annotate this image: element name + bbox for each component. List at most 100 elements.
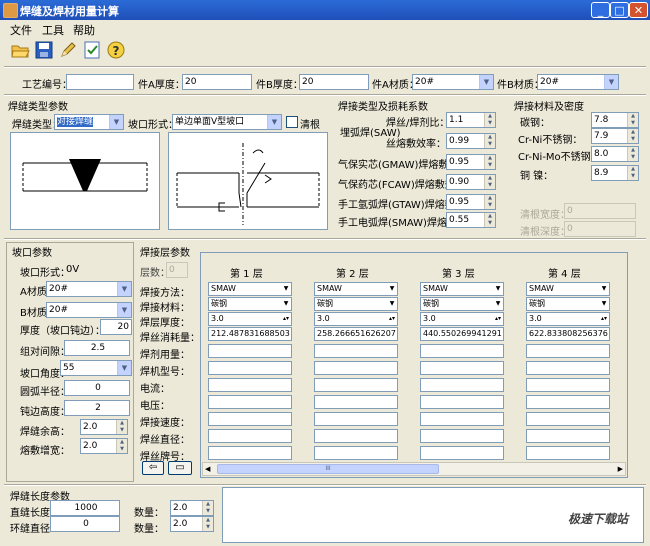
ring-diameter-input[interactable]: 0 (50, 516, 120, 532)
crni-input[interactable]: 7.9 ▲ ▼ (591, 128, 639, 144)
a-thick-input[interactable]: 20 (182, 74, 252, 90)
process-no-input[interactable] (66, 74, 134, 90)
chevron-down-icon[interactable]: ▼ (387, 298, 397, 310)
b-mat-select[interactable]: 20# ▼ (537, 74, 619, 90)
layer-4-current[interactable] (526, 378, 610, 392)
spin-buttons[interactable]: ▲ ▼ (202, 517, 213, 531)
straight-length-input[interactable]: 1000 (50, 500, 120, 516)
b-thick-input[interactable]: 20 (299, 74, 369, 90)
layer-3-voltage[interactable] (420, 395, 504, 409)
scroll-left-icon[interactable]: ◀ (205, 463, 210, 475)
spin-icon[interactable]: ▴▾ (281, 313, 291, 325)
spin-buttons[interactable]: ▲ ▼ (116, 420, 127, 434)
layer-4-wire-dia[interactable] (526, 429, 610, 443)
menu-file[interactable]: 文件 (10, 22, 32, 38)
chevron-down-icon[interactable]: ▼ (117, 282, 131, 296)
cu-input[interactable]: 8.9 ▲ ▼ (591, 165, 639, 181)
layer-horizontal-scrollbar[interactable]: ◀ III ▶ (202, 462, 626, 476)
close-button[interactable]: ✕ (629, 2, 648, 18)
layer-2-consumption[interactable]: 258.266651626207 (314, 327, 398, 341)
layer-2-material[interactable]: 碳钢 ▼ (314, 297, 398, 311)
help-icon[interactable]: ? (106, 40, 128, 62)
chevron-down-icon[interactable]: ▼ (599, 283, 609, 295)
clean-width-input[interactable]: 0 (564, 203, 636, 219)
scroll-thumb[interactable]: III (217, 464, 439, 474)
clean-depth-input[interactable]: 0 (564, 221, 636, 237)
angle-select[interactable]: 55 ▼ (60, 360, 132, 376)
layer-1-consumption[interactable]: 212.487831688503 (208, 327, 292, 341)
smaw-input[interactable]: 0.55 ▲ ▼ (446, 212, 496, 228)
wire-eff-input[interactable]: 0.99 ▲ ▼ (446, 133, 496, 149)
reinf-input[interactable]: 2.0 ▲ ▼ (80, 419, 128, 435)
groove-thick-input[interactable]: 20 (100, 319, 132, 335)
chevron-down-icon[interactable]: ▼ (387, 283, 397, 295)
flux-ratio-input[interactable]: 1.1 ▲ ▼ (446, 112, 496, 128)
layer-4-flux[interactable] (526, 344, 610, 358)
open-folder-icon[interactable] (10, 40, 32, 62)
groove-form-select[interactable]: 单边单面V型坡口 ▼ (172, 114, 282, 130)
layer-2-voltage[interactable] (314, 395, 398, 409)
root-input[interactable]: 2 (64, 400, 130, 416)
chevron-down-icon[interactable]: ▼ (599, 298, 609, 310)
layer-1-thickness[interactable]: 3.0 ▴▾ (208, 312, 292, 326)
layer-1-flux[interactable] (208, 344, 292, 358)
layer-1-material[interactable]: 碳钢 ▼ (208, 297, 292, 311)
spin-buttons[interactable]: ▲ ▼ (484, 213, 495, 227)
layer-4-speed[interactable] (526, 412, 610, 426)
spin-buttons[interactable]: ▲ ▼ (116, 439, 127, 453)
spin-icon[interactable]: ▴▾ (387, 313, 397, 325)
backing-checkbox[interactable] (286, 116, 298, 128)
chevron-down-icon[interactable]: ▼ (281, 298, 291, 310)
spin-icon[interactable]: ▴▾ (493, 313, 503, 325)
layer-3-flux[interactable] (420, 344, 504, 358)
spin-buttons[interactable]: ▲ ▼ (627, 147, 638, 161)
chevron-down-icon[interactable]: ▼ (493, 283, 503, 295)
spin-buttons[interactable]: ▲ ▼ (484, 113, 495, 127)
spin-buttons[interactable]: ▲ ▼ (484, 134, 495, 148)
layer-4-machine[interactable] (526, 361, 610, 375)
layer-1-wire-brand[interactable] (208, 446, 292, 460)
spin-buttons[interactable]: ▲ ▼ (484, 155, 495, 169)
chevron-down-icon[interactable]: ▼ (604, 75, 618, 89)
spin-icon[interactable]: ▴▾ (599, 313, 609, 325)
fcaw-input[interactable]: 0.90 ▲ ▼ (446, 174, 496, 190)
layer-3-consumption[interactable]: 440.550269941291 (420, 327, 504, 341)
layer-2-speed[interactable] (314, 412, 398, 426)
layer-4-method[interactable]: SMAW ▼ (526, 282, 610, 296)
layer-1-speed[interactable] (208, 412, 292, 426)
layer-2-flux[interactable] (314, 344, 398, 358)
spin-buttons[interactable]: ▲ ▼ (627, 129, 638, 143)
layer-4-wire-brand[interactable] (526, 446, 610, 460)
gtaw-input[interactable]: 0.95 ▲ ▼ (446, 194, 496, 210)
gap-input[interactable]: 2.5 (64, 340, 130, 356)
chevron-down-icon[interactable]: ▼ (117, 303, 131, 317)
layer-3-machine[interactable] (420, 361, 504, 375)
chevron-down-icon[interactable]: ▼ (493, 298, 503, 310)
layer-3-thickness[interactable]: 3.0 ▴▾ (420, 312, 504, 326)
spin-buttons[interactable]: ▲ ▼ (484, 175, 495, 189)
qty2-input[interactable]: 2.0 ▲ ▼ (170, 516, 214, 532)
spin-buttons[interactable]: ▲ ▼ (627, 166, 638, 180)
pencil-icon[interactable] (58, 40, 80, 62)
layer-2-machine[interactable] (314, 361, 398, 375)
layer-2-wire-brand[interactable] (314, 446, 398, 460)
layer-4-material[interactable]: 碳钢 ▼ (526, 297, 610, 311)
layer-3-current[interactable] (420, 378, 504, 392)
layer-2-method[interactable]: SMAW ▼ (314, 282, 398, 296)
seam-type-select[interactable]: 对接焊缝 ▼ (54, 114, 124, 130)
spin-buttons[interactable]: ▲ ▼ (484, 195, 495, 209)
prev-layer-button[interactable]: ⇦ (142, 461, 164, 475)
layer-3-wire-brand[interactable] (420, 446, 504, 460)
groove-b-mat-select[interactable]: 20# ▼ (46, 302, 132, 318)
chevron-down-icon[interactable]: ▼ (281, 283, 291, 295)
remove-layer-button[interactable]: ▭ (168, 461, 192, 475)
layer-3-method[interactable]: SMAW ▼ (420, 282, 504, 296)
layer-4-consumption[interactable]: 622.833808256376 (526, 327, 610, 341)
spin-buttons[interactable]: ▲ ▼ (202, 501, 213, 515)
width-inc-input[interactable]: 2.0 ▲ ▼ (80, 438, 128, 454)
menu-tools[interactable]: 工具 (42, 22, 64, 38)
minimize-button[interactable]: _ (591, 2, 610, 18)
layer-1-method[interactable]: SMAW ▼ (208, 282, 292, 296)
radius-input[interactable]: 0 (64, 380, 130, 396)
chevron-down-icon[interactable]: ▼ (479, 75, 493, 89)
